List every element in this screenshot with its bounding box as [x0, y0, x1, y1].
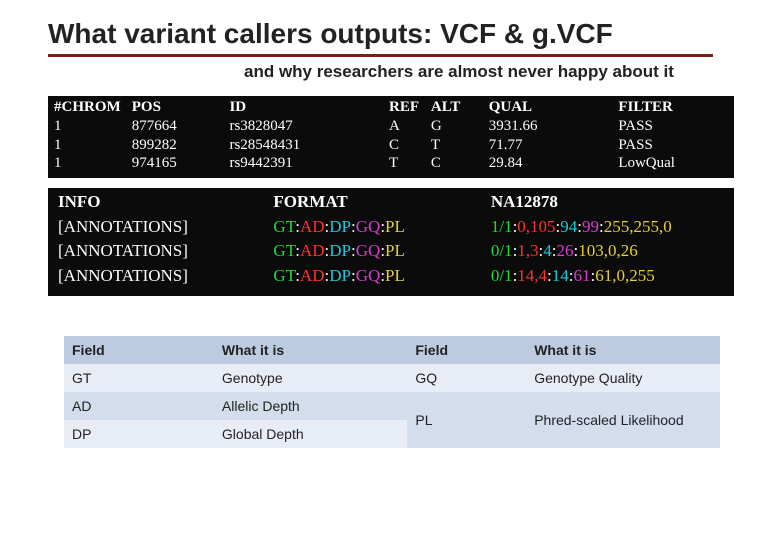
col-format: FORMAT [273, 190, 490, 215]
format-string: GT:AD:DP:GQ:PL [273, 264, 490, 289]
cell: C [389, 136, 431, 155]
legend-header-field2: Field [407, 336, 526, 364]
vcf-header-block: #CHROM POS ID REF ALT QUAL FILTER 1 8776… [48, 96, 734, 178]
cell: G [431, 117, 489, 136]
col-info: INFO [58, 190, 273, 215]
legend-cell: Genotype Quality [526, 364, 720, 392]
slide-title: What variant callers outputs: VCF & g.VC… [48, 18, 713, 57]
cell: 877664 [132, 117, 230, 136]
cell: PASS [618, 136, 728, 155]
format-string: GT:AD:DP:GQ:PL [273, 239, 490, 264]
col-sample: NA12878 [491, 190, 728, 215]
cell: rs9442391 [229, 154, 389, 173]
legend-header-what2: What it is [526, 336, 720, 364]
legend-cell: DP [64, 420, 214, 448]
col-pos: POS [132, 98, 230, 117]
cell: rs3828047 [229, 117, 389, 136]
cell: LowQual [618, 154, 728, 173]
cell: 899282 [132, 136, 230, 155]
legend-cell: Phred-scaled Likelihood [526, 392, 720, 448]
col-qual: QUAL [489, 98, 619, 117]
cell: rs28548431 [229, 136, 389, 155]
vcf-sample-block: INFO FORMAT NA12878 [ANNOTATIONS] GT:AD:… [48, 188, 734, 296]
cell: 974165 [132, 154, 230, 173]
legend-header-field: Field [64, 336, 214, 364]
annotations-label: [ANNOTATIONS] [58, 264, 273, 289]
legend-cell: GQ [407, 364, 526, 392]
annotations-label: [ANNOTATIONS] [58, 215, 273, 240]
cell: 1 [54, 136, 132, 155]
col-alt: ALT [431, 98, 489, 117]
legend-cell: Genotype [214, 364, 407, 392]
legend-cell: Allelic Depth [214, 392, 407, 420]
sample-values: 0/1:1,3:4:26:103,0,26 [491, 239, 728, 264]
col-id: ID [229, 98, 389, 117]
annotations-label: [ANNOTATIONS] [58, 239, 273, 264]
legend-header-what: What it is [214, 336, 407, 364]
cell: 29.84 [489, 154, 619, 173]
cell: PASS [618, 117, 728, 136]
cell: C [431, 154, 489, 173]
col-chrom: #CHROM [54, 98, 132, 117]
slide-subtitle: and why researchers are almost never hap… [244, 62, 674, 82]
sample-values: 1/1:0,105:94:99:255,255,0 [491, 215, 728, 240]
col-ref: REF [389, 98, 431, 117]
sample-values: 0/1:14,4:14:61:61,0,255 [491, 264, 728, 289]
cell: 3931.66 [489, 117, 619, 136]
cell: T [389, 154, 431, 173]
cell: 71.77 [489, 136, 619, 155]
legend-cell: PL [407, 392, 526, 448]
legend-cell: GT [64, 364, 214, 392]
legend-cell: Global Depth [214, 420, 407, 448]
cell: T [431, 136, 489, 155]
cell: A [389, 117, 431, 136]
cell: 1 [54, 154, 132, 173]
format-string: GT:AD:DP:GQ:PL [273, 215, 490, 240]
cell: 1 [54, 117, 132, 136]
legend-cell: AD [64, 392, 214, 420]
col-filter: FILTER [618, 98, 728, 117]
field-legend-table: Field What it is Field What it is GT Gen… [64, 336, 720, 448]
